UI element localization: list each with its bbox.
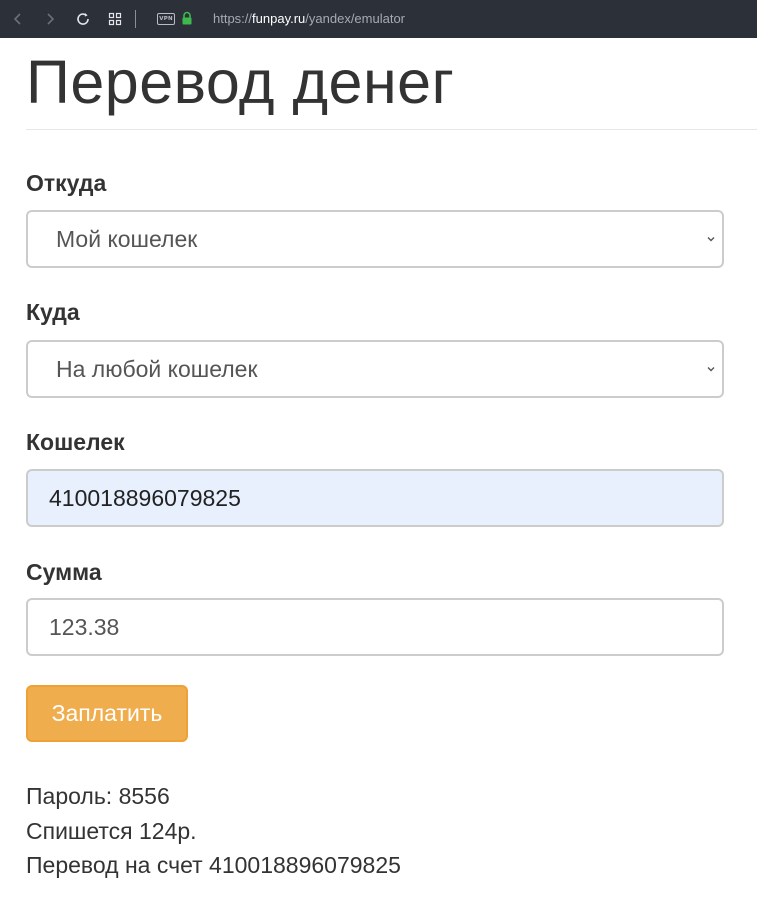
address-bar[interactable]: https://funpay.ru/yandex/emulator bbox=[213, 11, 405, 26]
url-host: funpay.ru bbox=[252, 11, 306, 26]
toolbar-divider bbox=[135, 10, 136, 28]
page-title: Перевод денег bbox=[26, 48, 455, 116]
pay-button[interactable]: Заплатить bbox=[26, 685, 188, 742]
password-text: Пароль: 8556 bbox=[26, 783, 170, 809]
back-icon[interactable] bbox=[8, 9, 28, 29]
from-select-value: Мой кошелек bbox=[56, 225, 198, 252]
from-label: Откуда bbox=[26, 170, 107, 196]
charge-text: Спишется 124р. bbox=[26, 818, 197, 844]
to-label: Куда bbox=[26, 299, 80, 325]
reload-icon[interactable] bbox=[73, 9, 93, 29]
vpn-icon[interactable]: VPN bbox=[157, 13, 175, 25]
to-select-value: На любой кошелек bbox=[56, 355, 258, 382]
amount-input-value: 123.38 bbox=[49, 613, 120, 640]
url-scheme: https:// bbox=[213, 11, 253, 26]
to-select[interactable]: На любой кошелек bbox=[26, 340, 724, 398]
url-path: /yandex/emulator bbox=[305, 11, 406, 26]
wallet-input-value: 410018896079825 bbox=[49, 484, 241, 511]
title-divider bbox=[26, 129, 757, 130]
chevron-down-icon bbox=[707, 237, 715, 242]
amount-label: Сумма bbox=[26, 559, 102, 585]
chevron-down-icon bbox=[707, 367, 715, 372]
amount-input[interactable]: 123.38 bbox=[26, 598, 724, 656]
from-select[interactable]: Мой кошелек bbox=[26, 210, 724, 268]
wallet-input[interactable]: 410018896079825 bbox=[26, 469, 724, 527]
transfer-text: Перевод на счет 410018896079825 bbox=[26, 852, 401, 878]
forward-icon[interactable] bbox=[40, 9, 60, 29]
wallet-label: Кошелек bbox=[26, 429, 125, 455]
tabs-grid-icon[interactable] bbox=[105, 9, 125, 29]
browser-toolbar: VPN https://funpay.ru/yandex/emulator bbox=[0, 0, 757, 38]
lock-icon[interactable] bbox=[181, 11, 193, 31]
